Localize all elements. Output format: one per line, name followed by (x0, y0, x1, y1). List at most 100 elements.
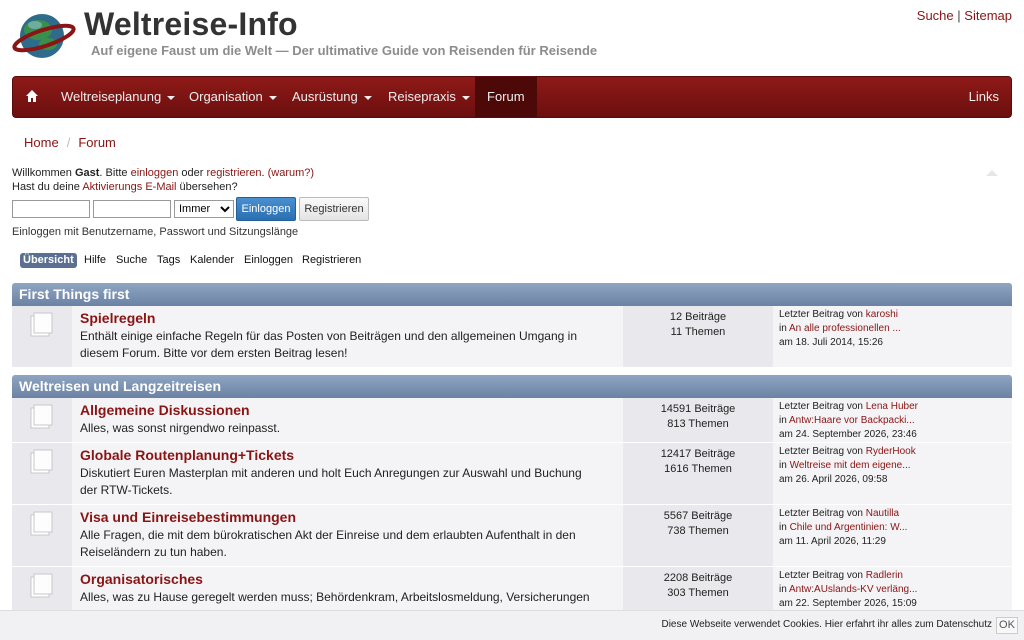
board-icon-cell (12, 505, 72, 566)
last-post-author[interactable]: karoshi (866, 309, 898, 320)
board-icon-cell (12, 567, 72, 610)
last-post-author[interactable]: Lena Huber (866, 401, 918, 412)
board-status-icon (30, 573, 53, 598)
login-hint: Einloggen mit Benutzername, Passwort und… (12, 226, 299, 238)
nav-home[interactable] (13, 77, 51, 117)
post-count: 2208 Beiträge (663, 572, 733, 584)
last-post-in-label: in (779, 584, 790, 595)
nav-reisepraxis[interactable]: Reisepraxis (388, 77, 470, 117)
activation-prefix: Hast du deine (12, 181, 83, 193)
board-row: Globale Routenplanung+Tickets Diskutiert… (12, 443, 1012, 504)
nav-forum[interactable]: Forum (475, 77, 537, 117)
link-separator: | (957, 8, 961, 23)
board-row: Organisatorisches Alles, was zu Hause ge… (12, 567, 1012, 621)
sitemap-link[interactable]: Sitemap (964, 8, 1012, 23)
last-post-topic[interactable]: Antw:AUslands-KV verläng... (789, 584, 917, 595)
cookie-text: Diese Webseite verwendet Cookies. Hier e… (661, 611, 992, 639)
board-stats: 2208 Beiträge 303 Themen (623, 567, 773, 610)
caret-down-icon (167, 95, 176, 100)
last-post-topic[interactable]: Chile und Argentinien: W... (790, 522, 908, 533)
board-title-link[interactable]: Allgemeine Diskussionen (80, 402, 250, 418)
last-post-author[interactable]: RyderHook (866, 446, 916, 457)
site-slogan: Auf eigene Faust um die Welt — Der ultim… (91, 43, 598, 58)
nav-organisation[interactable]: Organisation (189, 77, 277, 117)
board-title-link[interactable]: Organisatorisches (80, 571, 203, 587)
last-post-topic[interactable]: Antw:Haare vor Backpacki... (789, 415, 915, 426)
last-post-date: am 18. Juli 2014, 15:26 (779, 337, 883, 348)
topic-count: 11 Themen (670, 326, 726, 338)
board-row: Spielregeln Enthält einige einfache Rege… (12, 306, 1012, 367)
why-link[interactable]: (warum?) (268, 167, 314, 179)
board-last-post: Letzter Beitrag von Radlerin in Antw:AUs… (773, 567, 1012, 610)
board-stats: 12 Beiträge 11 Themen (623, 306, 773, 367)
last-post-in-label: in (779, 323, 790, 334)
board-last-post: Letzter Beitrag von RyderHook in Weltrei… (773, 443, 1012, 504)
board-stats: 5567 Beiträge 738 Themen (623, 505, 773, 566)
board-description: Alles, was sonst nirgendwo reinpasst. (80, 421, 281, 435)
last-post-date: am 26. April 2026, 09:58 (779, 474, 888, 485)
password-input[interactable] (93, 200, 171, 218)
topic-count: 738 Themen (667, 525, 729, 537)
login-link[interactable]: einloggen (131, 167, 179, 179)
board-status-icon (30, 312, 53, 337)
category-header[interactable]: First Things first (12, 283, 1012, 306)
board-info: Allgemeine Diskussionen Alles, was sonst… (72, 398, 623, 442)
register-button[interactable]: Registrieren (299, 197, 369, 221)
breadcrumb-separator: / (66, 135, 71, 150)
main-navbar: Weltreiseplanung Organisation Ausrüstung… (12, 76, 1012, 118)
tab-registrieren[interactable]: Registrieren (302, 253, 361, 268)
board-info: Globale Routenplanung+Tickets Diskutiert… (72, 443, 623, 504)
tab-einloggen[interactable]: Einloggen (244, 253, 293, 268)
site-title[interactable]: Weltreise-Info (84, 6, 298, 43)
tab-kalender[interactable]: Kalender (190, 253, 234, 268)
tab-uebersicht[interactable]: Übersicht (20, 253, 77, 268)
board-status-icon (30, 449, 53, 474)
breadcrumb-forum[interactable]: Forum (78, 135, 116, 150)
nav-links[interactable]: Links (969, 77, 999, 117)
search-link[interactable]: Suche (917, 8, 954, 23)
last-post-in-label: in (779, 522, 790, 533)
last-post-author[interactable]: Radlerin (866, 570, 903, 581)
board-last-post: Letzter Beitrag von Lena Huber in Antw:H… (773, 398, 1012, 442)
activation-link[interactable]: Aktivierungs E-Mail (82, 181, 176, 193)
last-post-label: Letzter Beitrag von (779, 401, 866, 412)
breadcrumb: Home / Forum (24, 135, 116, 150)
board-stats: 12417 Beiträge 1616 Themen (623, 443, 773, 504)
session-length-select[interactable]: Immer (174, 200, 234, 218)
globe-logo-icon[interactable] (12, 12, 76, 60)
board-title-link[interactable]: Globale Routenplanung+Tickets (80, 447, 294, 463)
privacy-link[interactable]: Hier erfahrt ihr alles zum Datenschutz (825, 619, 992, 630)
caret-down-icon (461, 95, 470, 100)
last-post-date: am 22. September 2026, 15:09 (779, 598, 917, 609)
board-title-link[interactable]: Visa und Einreisebestimmungen (80, 509, 296, 525)
category-header[interactable]: Weltreisen und Langzeitreisen (12, 375, 1012, 398)
nav-label: Reisepraxis (388, 89, 456, 104)
board-icon-cell (12, 443, 72, 504)
last-post-label: Letzter Beitrag von (779, 570, 866, 581)
last-post-topic[interactable]: Weltreise mit dem eigene... (790, 460, 911, 471)
last-post-topic[interactable]: An alle professionellen ... (789, 323, 901, 334)
topic-count: 1616 Themen (664, 463, 732, 475)
nav-weltreiseplanung[interactable]: Weltreiseplanung (61, 77, 176, 117)
board-description: Enthält einige einfache Regeln für das P… (80, 329, 578, 360)
board-icon-cell (12, 306, 72, 367)
cookie-ok-button[interactable]: OK (996, 617, 1018, 634)
activation-suffix: übersehen? (176, 181, 238, 193)
tab-suche[interactable]: Suche (116, 253, 147, 268)
last-post-in-label: in (779, 460, 790, 471)
username-input[interactable] (12, 200, 90, 218)
last-post-label: Letzter Beitrag von (779, 508, 866, 519)
register-link[interactable]: registrieren (206, 167, 261, 179)
nav-ausruestung[interactable]: Ausrüstung (292, 77, 372, 117)
board-last-post: Letzter Beitrag von Nautilla in Chile un… (773, 505, 1012, 566)
last-post-author[interactable]: Nautilla (866, 508, 899, 519)
board-status-icon (30, 511, 53, 536)
nav-label: Weltreiseplanung (61, 89, 162, 104)
breadcrumb-home[interactable]: Home (24, 135, 59, 150)
tab-hilfe[interactable]: Hilfe (84, 253, 106, 268)
tab-tags[interactable]: Tags (157, 253, 180, 268)
login-button[interactable]: Einloggen (236, 197, 296, 221)
board-title-link[interactable]: Spielregeln (80, 310, 155, 326)
scroll-up-icon[interactable] (986, 170, 998, 176)
nav-label: Ausrüstung (292, 89, 358, 104)
